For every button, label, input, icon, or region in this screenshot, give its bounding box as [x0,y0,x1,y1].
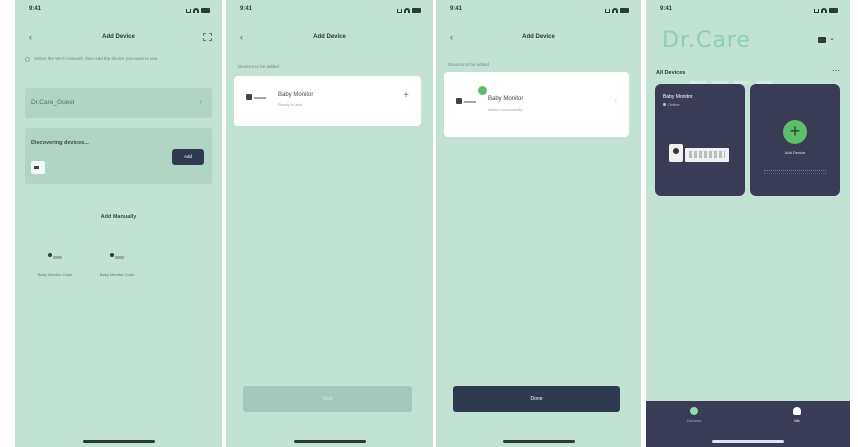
done-button[interactable]: Done [453,386,620,412]
device-thumbnail [106,246,128,266]
battery-icon [201,8,210,13]
device-tile-status: Online [663,102,680,107]
tab-me[interactable]: Me [777,407,817,423]
chevron-right-icon: › [614,98,617,105]
scan-icon[interactable] [203,33,212,41]
screen-add-device-discovering: 9:41 ‹ Add Device Select the Wi-Fi netwo… [15,0,222,447]
page-title: Add Device [102,34,135,40]
status-time: 9:41 [450,6,463,12]
signal-icon [814,9,819,13]
device-thumbnail [246,94,266,104]
nav-bar: ‹ Add Device [436,30,641,46]
device-subtitle: Ready to add [278,102,302,107]
status-icons [397,7,421,15]
success-check-icon [478,86,487,95]
plus-icon[interactable]: + [403,90,409,101]
plus-icon: + [783,120,807,144]
status-time: 9:41 [240,6,253,12]
screen-home: 9:41 Dr.Care ⌄ All Devices ⋯ Baby Monito… [646,0,850,447]
device-name: Baby Monitor [278,92,314,98]
info-icon [25,57,30,62]
home-indicator [82,440,155,443]
wifi-icon [612,8,618,13]
signal-icon [186,9,191,13]
nav-bar: ‹ Add Device [15,30,222,46]
chevron-right-icon: › [199,97,202,106]
battery-icon [412,8,421,13]
home-indicator [502,440,575,443]
add-manually-title: Add Manually [100,214,137,220]
section-label: Devices to be added [448,62,490,67]
wifi-hint: Select the Wi-Fi network, then add the d… [25,56,212,62]
status-icons [814,7,838,15]
discovering-card: Discovering devices... Add [25,128,212,184]
device-subtitle: Added successfully [488,107,523,112]
brand-logo: Dr.Care [662,28,751,53]
tile-decoration [764,170,826,174]
camera-icon[interactable] [818,37,826,43]
discovering-title: Discovering devices... [31,140,89,146]
next-button[interactable]: Next [243,386,412,412]
status-time: 9:41 [29,6,42,12]
device-name: Baby Monitor [488,96,524,102]
device-thumbnail [456,98,476,108]
all-devices-tab[interactable]: All Devices [656,70,685,76]
page-title: Add Device [522,34,555,40]
home-indicator [712,440,784,443]
wifi-icon [404,8,410,13]
wifi-selector[interactable]: Dr.Care_Guest › [25,88,212,118]
discovered-device-thumbnail [31,161,45,174]
wifi-icon [193,8,199,13]
device-card[interactable]: Baby Monitor Added successfully › [444,72,629,137]
home-indicator [293,440,366,443]
device-tile[interactable]: Baby Monitor Online [655,84,745,196]
signal-icon [605,9,610,13]
section-label: Devices to be added [238,64,280,69]
status-bar: 9:41 [646,6,850,18]
status-icons [605,7,629,15]
device-card[interactable]: Baby Monitor Ready to add + [234,76,421,126]
page-title: Add Device [313,34,346,40]
room-filters[interactable] [690,71,810,84]
screen-add-device-select: 9:41 ‹ Add Device Devices to be added Ba… [226,0,433,447]
battery-icon [829,8,838,13]
status-bar: 9:41 [226,6,433,18]
wifi-name: Dr.Care_Guest [31,99,75,106]
add-discovered-button[interactable]: Add [172,149,204,165]
manual-device-item[interactable]: Baby Monitor Cube [97,246,137,277]
tab-devices[interactable]: Devices [674,407,714,423]
status-bar: 9:41 [15,6,222,18]
status-bar: 9:41 [436,6,641,18]
manual-device-item[interactable]: Baby Monitor Cube [35,246,75,277]
tab-label: Devices [686,418,702,423]
wifi-hint-text: Select the Wi-Fi network, then add the d… [34,56,159,61]
add-device-tile[interactable]: + Add Device [750,84,840,196]
chevron-down-icon[interactable]: ⌄ [829,34,835,42]
tab-label: Me [794,418,800,423]
nav-bar: ‹ Add Device [226,30,433,46]
wifi-icon [821,8,827,13]
device-thumbnail [44,246,66,266]
status-time: 9:41 [660,6,673,12]
more-icon[interactable]: ⋯ [832,66,840,75]
device-tile-name: Baby Monitor [663,94,693,100]
screen-add-device-added: 9:41 ‹ Add Device Devices to be added Ba… [436,0,641,447]
device-image [669,140,731,166]
battery-icon [620,8,629,13]
signal-icon [397,9,402,13]
devices-icon [690,407,698,415]
add-device-caption: Add Device [784,150,806,155]
person-icon [793,407,801,415]
header-actions: ⌄ [818,34,836,45]
manual-device-label: Baby Monitor Cube [99,272,135,277]
status-icons [186,7,210,15]
manual-device-label: Baby Monitor Cube [37,272,73,277]
